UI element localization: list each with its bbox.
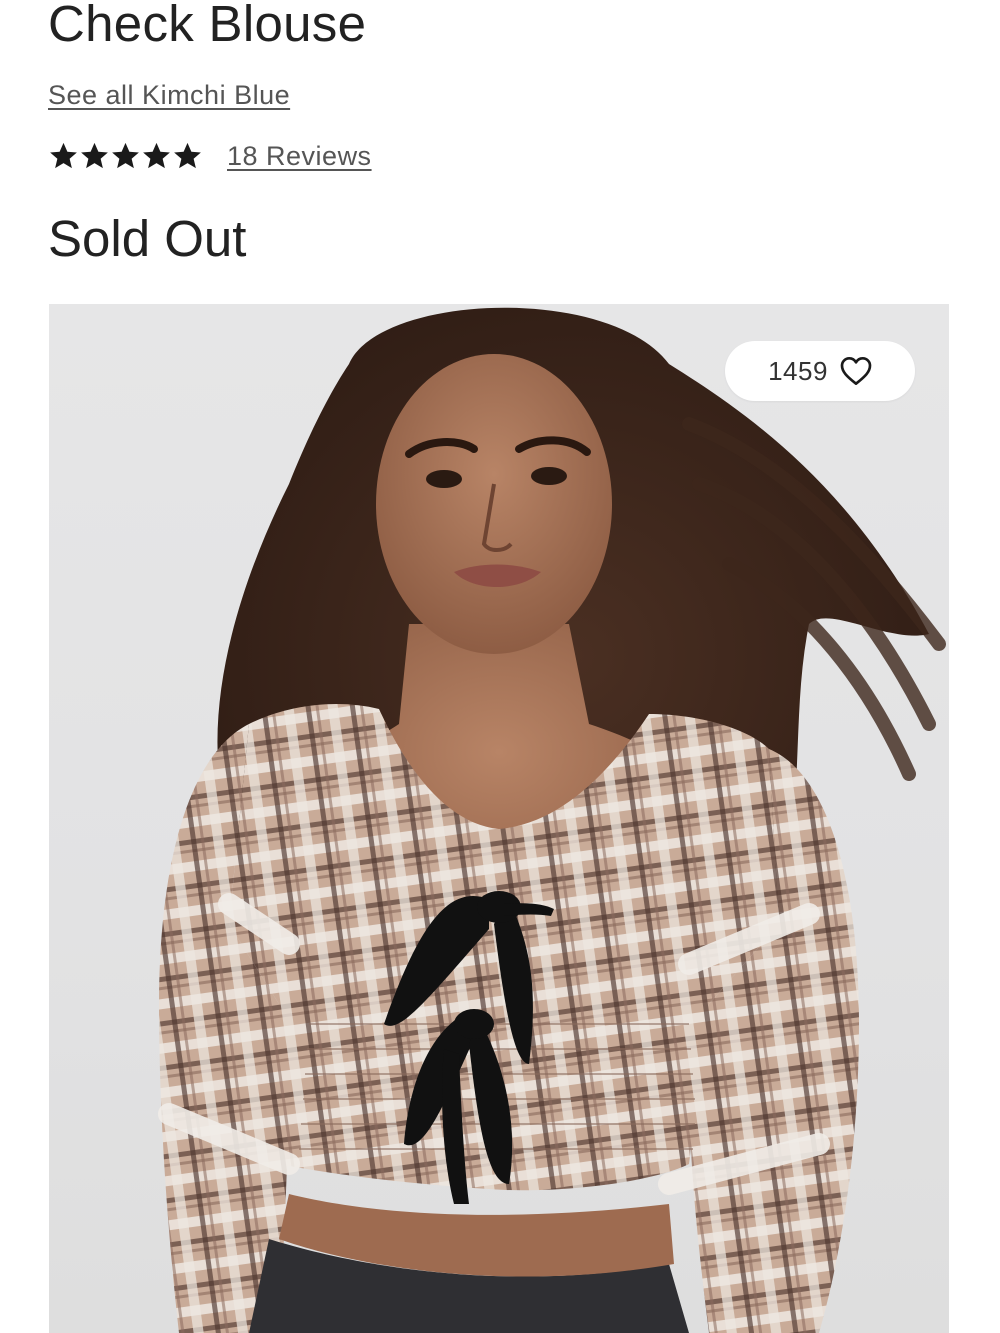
rating-row: 18 Reviews [48, 136, 372, 176]
star-icon [81, 142, 108, 169]
star-rating [48, 141, 203, 171]
see-all-brand-link[interactable]: See all Kimchi Blue [48, 80, 290, 111]
star-icon [112, 142, 139, 169]
star-icon [143, 142, 170, 169]
product-image[interactable]: 1459 [49, 304, 949, 1333]
like-count: 1459 [768, 355, 828, 386]
star-icon [50, 142, 77, 169]
product-title: Check Blouse [48, 0, 367, 52]
star-icon [174, 142, 201, 169]
heart-outline-icon [840, 357, 872, 385]
like-button[interactable]: 1459 [725, 341, 915, 401]
availability-status: Sold Out [48, 210, 247, 267]
product-photo [158, 307, 946, 1333]
reviews-link[interactable]: 18 Reviews [227, 141, 372, 172]
